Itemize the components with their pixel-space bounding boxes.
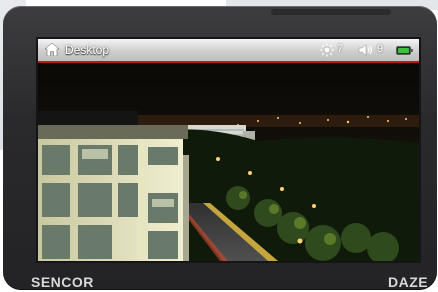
media-player-device: Desktop 7 9 SENCOR DAZE — [3, 6, 437, 290]
brightness-icon — [320, 43, 334, 57]
brand-logo: SENCOR — [31, 274, 94, 290]
night-city-photo — [38, 63, 419, 261]
brightness-level: 7 — [337, 43, 344, 55]
volume-level: 9 — [377, 43, 384, 55]
device-top-buttons — [271, 9, 391, 15]
model-name: DAZE — [388, 274, 429, 290]
status-bar: Desktop 7 9 — [38, 39, 419, 63]
battery-icon — [396, 46, 413, 55]
device-screen: Desktop 7 9 — [38, 39, 419, 261]
page-title: Desktop — [65, 43, 110, 57]
volume-icon — [358, 44, 373, 56]
home-icon[interactable] — [45, 43, 59, 56]
